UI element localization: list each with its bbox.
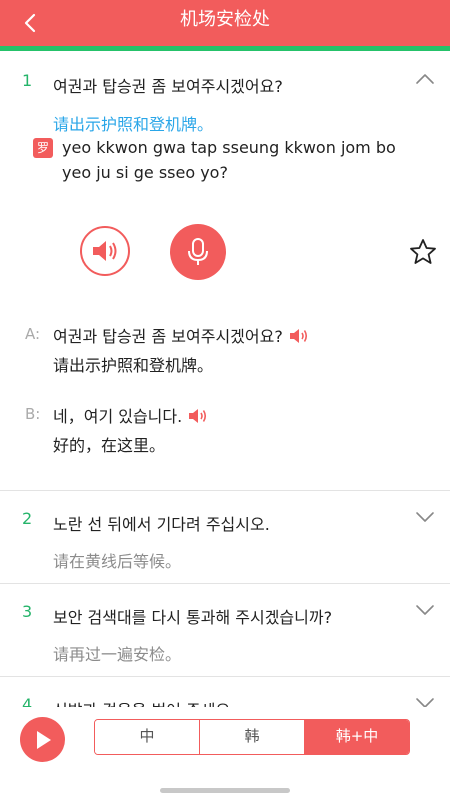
language-mode-selector: 中 韩 韩+中 bbox=[94, 719, 410, 755]
dialogue-a-korean: 여권과 탑승권 좀 보여주시겠어요? bbox=[53, 323, 310, 347]
speaker-icon[interactable] bbox=[288, 327, 310, 345]
dialogue-b-chinese: 好的，在这里。 bbox=[53, 436, 166, 455]
dialogue-a-korean-text: 여권과 탑승권 좀 보여주시겠어요? bbox=[53, 327, 283, 346]
mode-korean-chinese[interactable]: 韩+中 bbox=[305, 720, 409, 754]
favorite-star-icon[interactable] bbox=[408, 237, 438, 267]
record-button[interactable] bbox=[170, 224, 226, 280]
item-number: 1 bbox=[22, 71, 33, 90]
speaker-icon bbox=[93, 241, 117, 261]
play-icon bbox=[36, 730, 51, 749]
dialogue-b-korean-text: 네，여기 있습니다. bbox=[53, 407, 183, 426]
bottom-bar: 中 韩 韩+中 bbox=[0, 707, 450, 800]
phrase-romanization: yeo kkwon gwa tap sseung kkwon jom bo ye… bbox=[62, 138, 396, 182]
mode-chinese[interactable]: 中 bbox=[95, 720, 200, 754]
chevron-up-icon[interactable] bbox=[414, 71, 436, 87]
dialogue-speaker-b: B: bbox=[25, 405, 41, 423]
phrase-item[interactable]: 3 보안 검색대를 다시 통과해 주시겠습니까? 请再过一遍安检。 bbox=[0, 584, 450, 676]
dialogue-b-korean: 네，여기 있습니다. bbox=[53, 403, 209, 427]
mode-korean[interactable]: 韩 bbox=[200, 720, 305, 754]
speaker-icon[interactable] bbox=[187, 407, 209, 425]
phrase-korean: 여권과 탑승권 좀 보여주시겠어요? bbox=[53, 77, 283, 96]
phrase-item[interactable]: 2 노란 선 뒤에서 기다려 주십시오. 请在黄线后等候。 bbox=[0, 491, 450, 583]
microphone-icon bbox=[188, 238, 208, 265]
phrase-chinese: 请在黄线后等候。 bbox=[53, 552, 182, 571]
phrase-item-expanded: 1 여권과 탑승권 좀 보여주시겠어요? 请出示护照和登机牌。 罗 yeo kk… bbox=[0, 51, 450, 491]
chevron-down-icon[interactable] bbox=[414, 509, 436, 525]
page-title: 机场安检处 bbox=[180, 9, 270, 30]
play-all-button[interactable] bbox=[20, 717, 65, 762]
dialogue-a-chinese: 请出示护照和登机牌。 bbox=[53, 356, 214, 375]
top-bar: 机场安检处 bbox=[0, 0, 450, 46]
play-audio-button[interactable] bbox=[80, 226, 130, 276]
chevron-down-icon[interactable] bbox=[414, 602, 436, 618]
phrase-korean: 보안 검색대를 다시 통과해 주시겠습니까? bbox=[53, 608, 333, 627]
home-indicator bbox=[160, 788, 290, 793]
romanization-badge: 罗 bbox=[33, 138, 53, 158]
phrase-korean: 노란 선 뒤에서 기다려 주십시오. bbox=[53, 515, 270, 534]
item-number: 2 bbox=[22, 509, 33, 528]
phrase-chinese: 请再过一遍安检。 bbox=[53, 645, 182, 664]
dialogue-speaker-a: A: bbox=[25, 325, 41, 343]
item-number: 3 bbox=[22, 602, 33, 621]
phrase-chinese: 请出示护照和登机牌。 bbox=[53, 115, 214, 134]
